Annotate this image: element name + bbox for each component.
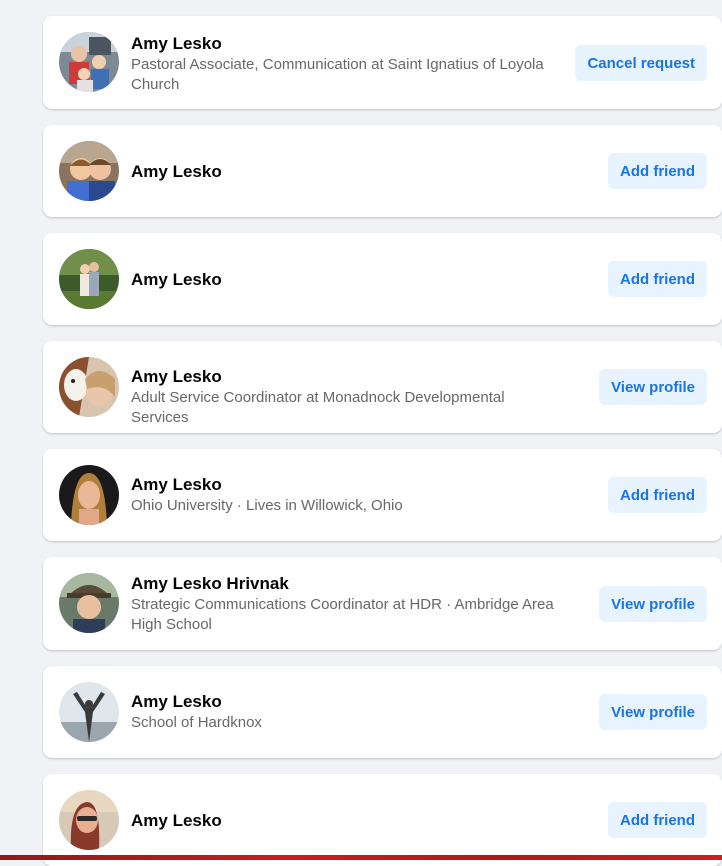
result-name[interactable]: Amy Lesko: [131, 33, 561, 54]
profile-avatar[interactable]: [59, 465, 119, 525]
profile-avatar[interactable]: [59, 32, 119, 92]
result-card: Amy Lesko Add friend: [43, 233, 722, 325]
add-friend-button[interactable]: Add friend: [608, 261, 707, 297]
result-card: Amy Lesko Add friend: [43, 774, 722, 866]
result-card: Amy Lesko Ohio University · Lives in Wil…: [43, 449, 722, 541]
result-name[interactable]: Amy Lesko: [131, 269, 561, 290]
result-subtitle: School of Hardknox: [131, 714, 262, 731]
view-profile-button[interactable]: View profile: [599, 694, 707, 730]
result-name[interactable]: Amy Lesko: [131, 810, 561, 831]
profile-avatar[interactable]: [59, 141, 119, 201]
result-info: Amy Lesko: [131, 269, 561, 290]
result-info: Amy Lesko Ohio University · Lives in Wil…: [131, 474, 561, 516]
add-friend-button[interactable]: Add friend: [608, 802, 707, 838]
add-friend-button[interactable]: Add friend: [608, 153, 707, 189]
result-subtitle: Ohio University · Lives in Willowick, Oh…: [131, 497, 403, 514]
result-info: Amy Lesko School of Hardknox: [131, 691, 561, 733]
result-info: Amy Lesko Adult Service Coordinator at M…: [131, 366, 561, 428]
result-info: Amy Lesko Pastoral Associate, Communicat…: [131, 33, 561, 95]
result-name[interactable]: Amy Lesko: [131, 691, 561, 712]
view-profile-button[interactable]: View profile: [599, 586, 707, 622]
profile-avatar[interactable]: [59, 357, 119, 417]
result-subtitle: Strategic Communications Coordinator at …: [131, 596, 554, 633]
result-info: Amy Lesko Hrivnak Strategic Communicatio…: [131, 573, 561, 635]
result-card: Amy Lesko Pastoral Associate, Communicat…: [43, 16, 722, 109]
result-name[interactable]: Amy Lesko: [131, 474, 561, 495]
view-profile-button[interactable]: View profile: [599, 369, 707, 405]
result-name[interactable]: Amy Lesko: [131, 161, 561, 182]
profile-avatar[interactable]: [59, 573, 119, 633]
result-info: Amy Lesko: [131, 161, 561, 182]
result-name[interactable]: Amy Lesko Hrivnak: [131, 573, 561, 594]
result-subtitle: Adult Service Coordinator at Monadnock D…: [131, 389, 505, 426]
result-card: Amy Lesko Add friend: [43, 125, 722, 217]
cancel-request-button[interactable]: Cancel request: [575, 45, 707, 81]
profile-avatar[interactable]: [59, 790, 119, 850]
result-name[interactable]: Amy Lesko: [131, 366, 561, 387]
result-card: Amy Lesko School of Hardknox View profil…: [43, 666, 722, 758]
result-card: Amy Lesko Adult Service Coordinator at M…: [43, 341, 722, 433]
bottom-taskbar-edge: [0, 855, 722, 860]
result-info: Amy Lesko: [131, 810, 561, 831]
add-friend-button[interactable]: Add friend: [608, 477, 707, 513]
result-subtitle: Pastoral Associate, Communication at Sai…: [131, 56, 544, 93]
profile-avatar[interactable]: [59, 682, 119, 742]
profile-avatar[interactable]: [59, 249, 119, 309]
result-card: Amy Lesko Hrivnak Strategic Communicatio…: [43, 557, 722, 650]
